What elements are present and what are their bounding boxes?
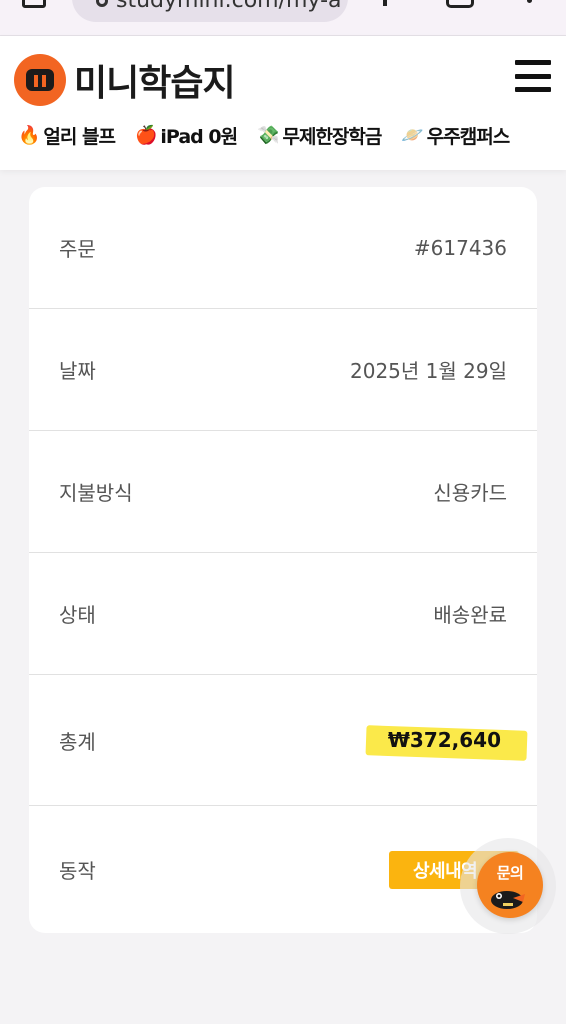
row-label: 동작 (59, 859, 96, 883)
quick-nav-label: 무제한장학금 (282, 126, 382, 148)
apple-icon: 🍎 (134, 125, 157, 146)
order-date-value: 2025년 1월 29일 (350, 359, 507, 383)
url-bar[interactable]: studymini.com/my-a (72, 0, 348, 22)
site-header: 미니학습지 🔥 얼리 블프 🍎 iPad 0원 💸 무제한장학금 🪐 우주캠퍼스 (0, 36, 566, 170)
total-row: 총계 ₩372,640 (29, 675, 537, 806)
quick-nav-scholarship[interactable]: 💸 무제한장학금 (257, 122, 382, 149)
site-logo[interactable]: 미니학습지 (14, 54, 236, 106)
logo-mark-icon (14, 54, 66, 106)
quick-nav: 🔥 얼리 블프 🍎 iPad 0원 💸 무제한장학금 🪐 우주캠퍼스 (18, 122, 529, 149)
row-label: 상태 (59, 603, 96, 627)
order-number-row: 주문 #617436 (29, 187, 537, 309)
fire-icon: 🔥 (18, 125, 40, 146)
tab-switcher-icon[interactable] (446, 0, 474, 8)
planet-icon: 🪐 (401, 125, 423, 146)
mascot-icon (491, 891, 525, 909)
payment-method-row: 지불방식 신용카드 (29, 431, 537, 553)
new-tab-icon[interactable] (383, 0, 387, 6)
logo-text: 미니학습지 (74, 63, 236, 104)
quick-nav-label: iPad 0원 (160, 126, 238, 148)
row-label: 주문 (59, 237, 96, 261)
order-details-card: 주문 #617436 날짜 2025년 1월 29일 지불방식 신용카드 상태 … (29, 187, 537, 933)
row-label: 총계 (59, 729, 96, 754)
inquiry-chat-button[interactable]: 문의 (477, 852, 543, 918)
quick-nav-space-campus[interactable]: 🪐 우주캠퍼스 (401, 122, 510, 149)
quick-nav-early-black-friday[interactable]: 🔥 얼리 블프 (18, 122, 116, 149)
quick-nav-ipad[interactable]: 🍎 iPad 0원 (134, 122, 238, 149)
chat-label: 문의 (496, 864, 524, 882)
order-number-value: #617436 (413, 235, 507, 260)
url-text: studymini.com/my-a (116, 0, 342, 13)
browser-toolbar: studymini.com/my-a (0, 0, 566, 36)
row-label: 날짜 (59, 359, 96, 383)
order-date-row: 날짜 2025년 1월 29일 (29, 309, 537, 431)
quick-nav-label: 우주캠퍼스 (426, 126, 510, 148)
total-amount: ₩372,640 (382, 726, 507, 754)
site-info-icon[interactable] (96, 0, 108, 7)
home-icon[interactable] (22, 0, 46, 8)
payment-method-value: 신용카드 (433, 481, 507, 505)
browser-menu-icon[interactable] (527, 0, 532, 3)
quick-nav-label: 얼리 블프 (43, 126, 116, 148)
status-value: 배송완료 (433, 603, 507, 627)
hamburger-menu-icon[interactable] (515, 60, 551, 92)
status-row: 상태 배송완료 (29, 553, 537, 675)
row-label: 지불방식 (59, 481, 133, 505)
money-icon: 💸 (257, 125, 279, 146)
